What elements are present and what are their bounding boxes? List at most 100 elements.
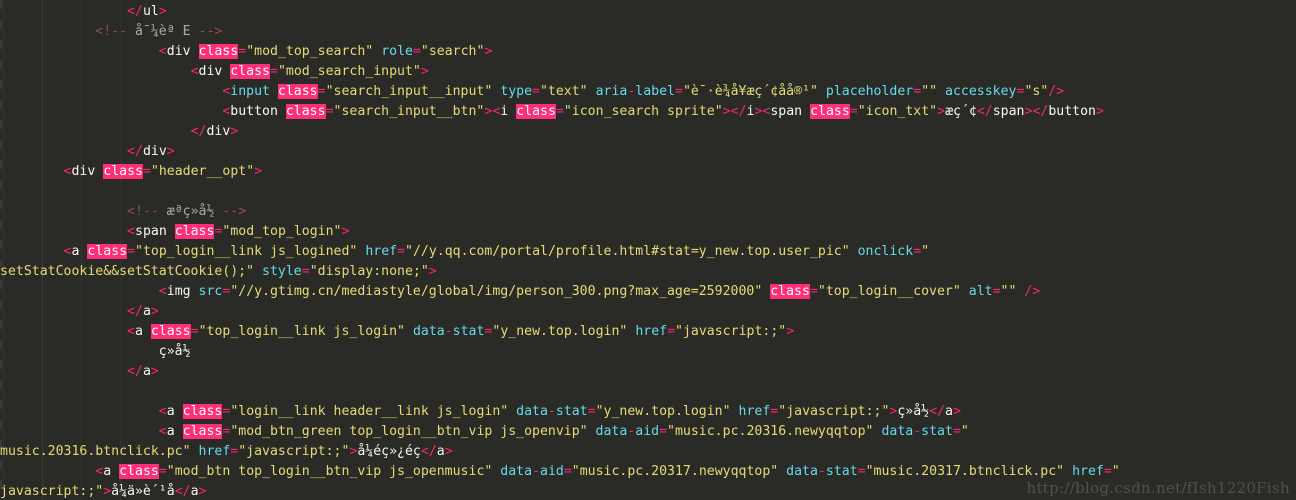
- attribute-name: data: [786, 464, 818, 479]
- punctuation: <: [158, 284, 167, 299]
- punctuation: <: [158, 424, 167, 439]
- code-line[interactable]: <div class="mod_search_input">: [0, 62, 1296, 82]
- punctuation: =: [857, 464, 866, 479]
- attribute-value: "top_login__cover": [817, 284, 961, 299]
- tag-name: a: [190, 484, 199, 499]
- attribute-value: ": [1111, 464, 1120, 479]
- tag-name: span: [770, 104, 803, 119]
- tag-name: input: [230, 84, 270, 99]
- punctuation: >: [254, 164, 263, 179]
- attribute-value: "icon_search sprite": [563, 104, 723, 119]
- code-line[interactable]: <span class="mod_top_login">: [0, 222, 1296, 242]
- attribute-value: "//y.gtimg.cn/mediastyle/global/img/pers…: [230, 284, 763, 299]
- attribute-value: javascript:;": [0, 484, 104, 499]
- punctuation: =: [913, 244, 922, 259]
- punctuation: >: [230, 124, 239, 139]
- code-line[interactable]: <a class = "mod_btn_green top_login__btn_v…: [0, 422, 1296, 442]
- punctuation: </: [127, 144, 143, 159]
- attribute-value: "y_new.top.login": [492, 324, 628, 339]
- code-line[interactable]: <a class="mod_btn top_login__btn_vip js_…: [0, 462, 1296, 482]
- code-line[interactable]: <a class="login__link header__link js_lo…: [0, 402, 1296, 422]
- code-line[interactable]: javascript:;">å¼ä»è´¹å</a>: [0, 482, 1296, 500]
- highlighted-keyword: class: [198, 44, 239, 59]
- attribute-name: href: [1072, 464, 1104, 479]
- attribute-value: "search_input__input": [325, 84, 493, 99]
- highlighted-keyword: class: [770, 284, 810, 299]
- code-line[interactable]: <div class="header__opt">: [0, 162, 1296, 182]
- code-line[interactable]: <img src = "//y.gtimg.cn/mediastyle/global…: [0, 282, 1296, 302]
- code-line[interactable]: <div class="mod_top_search" role="search…: [0, 42, 1296, 62]
- comment-token: -->: [214, 204, 247, 219]
- tag-name: a: [142, 304, 151, 319]
- tag-name: span: [992, 104, 1025, 119]
- punctuation: =: [675, 84, 683, 99]
- code-line[interactable]: </ul>: [0, 2, 1296, 22]
- code-line[interactable]: <!-- å¯¼èª E -->: [0, 22, 1296, 42]
- code-line[interactable]: </a>: [0, 302, 1296, 322]
- code-text-area[interactable]: </ul> <!-- å¯¼èª E --> < div class = "mod_t…: [0, 0, 1296, 500]
- attribute-name: href: [738, 404, 771, 419]
- punctuation: >: [150, 304, 159, 319]
- attribute-value: "music.20317.btnclick.pc": [865, 464, 1065, 479]
- attribute-name: aid: [540, 464, 564, 479]
- attribute-name: aria: [595, 84, 628, 99]
- code-line[interactable]: </div>: [0, 142, 1296, 162]
- punctuation: =: [849, 104, 858, 119]
- attribute-name: style: [262, 264, 302, 279]
- code-line[interactable]: setStatCookie&&setStatCookie();" style="…: [0, 262, 1296, 282]
- code-line[interactable]: <button class="search_input__btn"><i cla…: [0, 102, 1296, 122]
- punctuation: </: [190, 124, 207, 139]
- code-line[interactable]: </a>: [0, 362, 1296, 382]
- tag-name: a: [436, 444, 445, 459]
- attribute-value: "music.pc.20317.newyqqtop": [571, 464, 779, 479]
- attribute-value: "mod_search_input": [277, 64, 421, 79]
- code-line[interactable]: <!-- æªç»å½ -->: [0, 202, 1296, 222]
- punctuation: =: [142, 164, 151, 179]
- attribute-name: data: [595, 424, 628, 439]
- punctuation: =: [659, 424, 668, 439]
- attribute-value: "": [921, 84, 938, 99]
- attribute-name: stat: [452, 324, 485, 339]
- punctuation: =: [555, 104, 564, 119]
- code-line[interactable]: <input class="search_input__input" type=…: [0, 82, 1296, 102]
- code-line[interactable]: music.20316.btnclick.pc" href="javascrip…: [0, 442, 1296, 462]
- attribute-value: "s": [1024, 84, 1049, 99]
- punctuation: >: [484, 44, 493, 59]
- attribute-name: stat: [555, 404, 588, 419]
- punctuation: =: [412, 44, 421, 59]
- tag-name: div: [166, 44, 191, 59]
- code-line[interactable]: <a class="top_login__link js_logined" hr…: [0, 242, 1296, 262]
- element-text: æç´¢: [945, 104, 977, 119]
- code-line[interactable]: [0, 382, 1296, 402]
- tag-name: a: [166, 424, 175, 439]
- punctuation: >: [444, 444, 453, 459]
- attribute-value: "mod_top_search": [246, 44, 374, 59]
- comment-token: å¯¼èª E: [134, 24, 191, 39]
- code-line[interactable]: </div>: [0, 122, 1296, 142]
- punctuation: </: [127, 364, 143, 379]
- tag-name: a: [135, 324, 143, 339]
- tag-name: div: [198, 64, 223, 79]
- code-line[interactable]: ç»å½: [0, 342, 1296, 362]
- code-line[interactable]: [0, 182, 1296, 202]
- punctuation: =: [992, 284, 1001, 299]
- attribute-name: data: [881, 424, 914, 439]
- code-line[interactable]: <a class="top_login__link js_login" data…: [0, 322, 1296, 342]
- attribute-value: "top_login__link js_logined": [135, 244, 358, 259]
- attribute-value: "//y.qq.com/portal/profile.html#stat=y_n…: [405, 244, 850, 259]
